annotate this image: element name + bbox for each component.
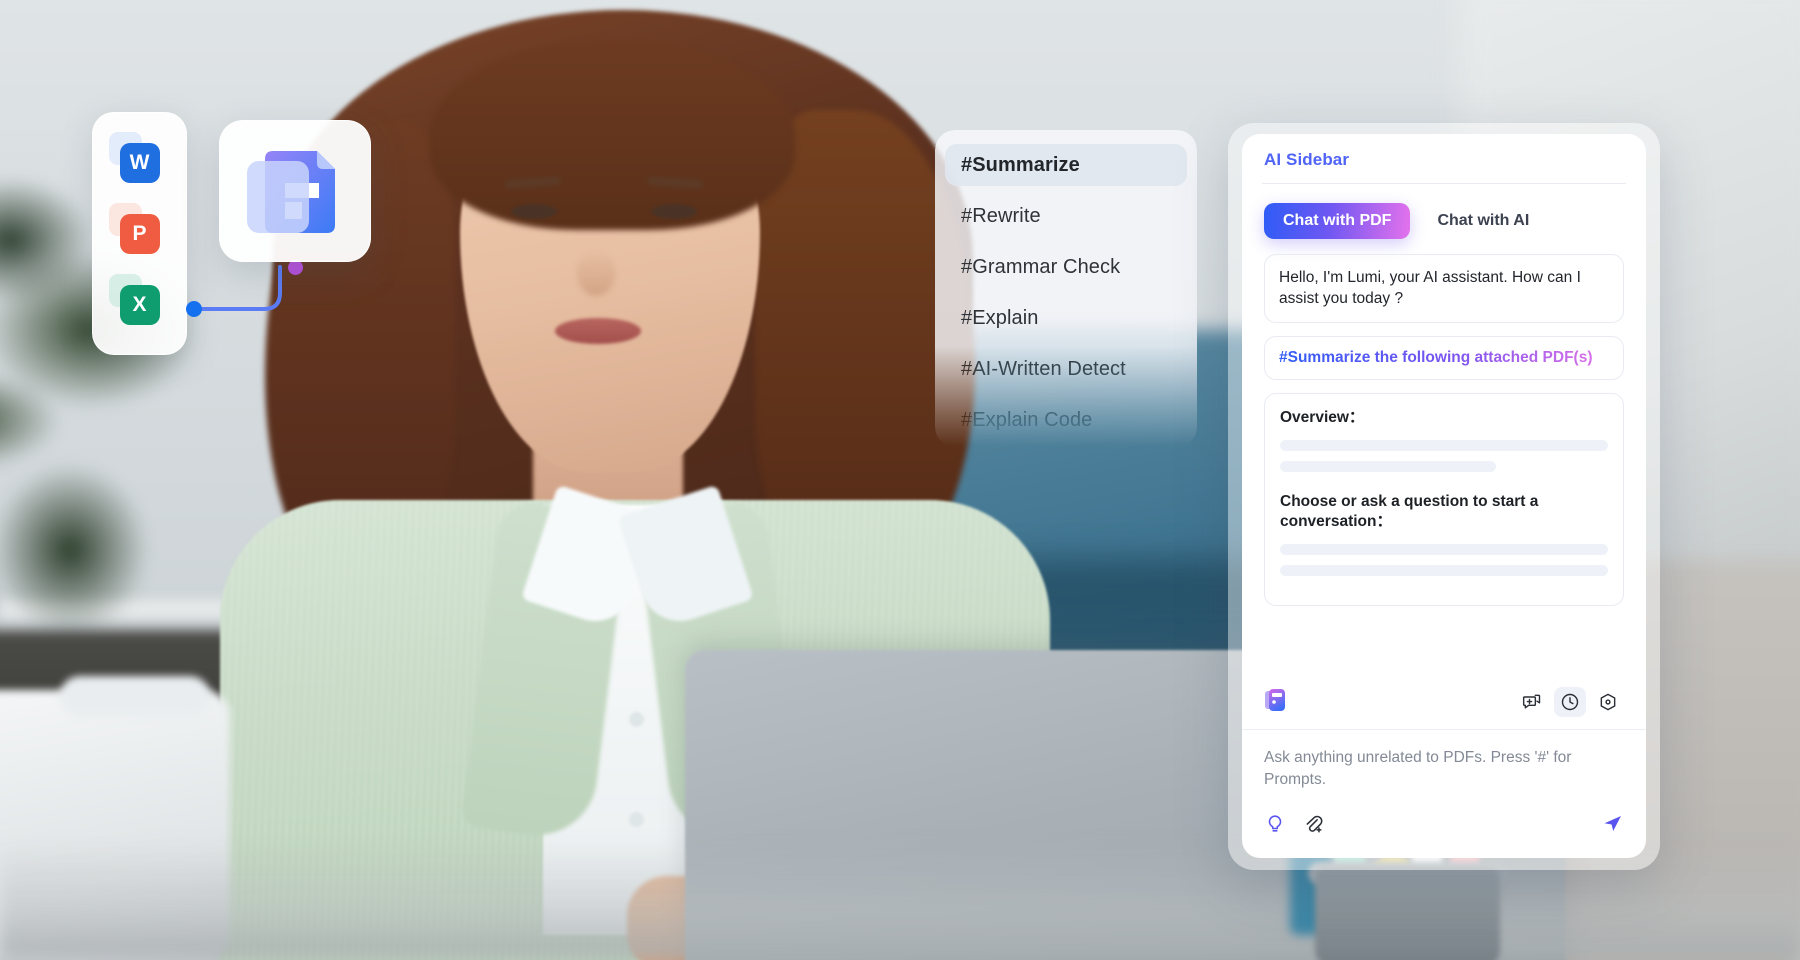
prompts-dropdown[interactable]: #Summarize #Rewrite #Grammar Check #Expl… [935,130,1197,447]
appliance-handle [60,676,210,716]
prompt-item-ai-written-detect[interactable]: #AI-Written Detect [945,348,1187,390]
excel-icon-tile: X [119,284,160,325]
prompt-label: #Summarize [961,153,1080,176]
powerpoint-icon-tile: P [119,213,160,254]
prompt-item-explain-code[interactable]: #Explain Code [945,399,1187,441]
pdf-document-icon[interactable] [1264,688,1286,717]
input-action-row [1242,797,1646,858]
send-arrow-glyph [1604,816,1621,831]
shirt-button [629,812,644,827]
settings-hexagon-glyph [1600,693,1616,711]
attachment-add-icon[interactable] [1302,812,1324,839]
pencil-cup [1315,868,1500,960]
settings-hexagon-icon[interactable] [1592,687,1624,717]
pdf-app-icon [247,143,343,239]
prompt-label: #AI-Written Detect [961,357,1126,380]
question-heading: Choose or ask a question to start a conv… [1280,492,1539,531]
sidebar-toolbar [1242,673,1646,729]
hair-fringe [430,40,795,230]
history-clock-icon[interactable] [1554,687,1586,717]
assistant-answer-card: Overview： Choose or ask a question to st… [1264,392,1624,606]
prompt-item-rewrite[interactable]: #Rewrite [945,195,1187,237]
overview-heading: Overview： [1280,408,1365,426]
sidebar-tabs: Chat with PDF Chat with AI [1242,184,1646,254]
skeleton-line [1280,565,1608,577]
excel-icon[interactable]: X [108,273,162,327]
prompt-item-explain[interactable]: #Explain [945,297,1187,339]
prompt-label: #Grammar Check [961,255,1121,278]
prompt-label: #Rewrite [961,204,1041,227]
sidebar-tool-actions [1516,687,1624,717]
screenshot-scene: W P X #Summarize #Rewrite #Grammar Check… [0,0,1800,960]
connector-path [180,255,320,325]
powerpoint-icon[interactable]: P [108,202,162,256]
prompt-item-summarize[interactable]: #Summarize [945,144,1187,186]
shirt-button [629,712,644,727]
prompt-chip-label: #Summarize the following attached PDF(s) [1279,348,1593,366]
ai-sidebar-panel: AI Sidebar Chat with PDF Chat with AI He… [1242,134,1646,858]
word-icon-tile: W [119,142,160,183]
lips [555,318,641,344]
tab-chat-with-pdf[interactable]: Chat with PDF [1264,203,1411,239]
sidebar-title: AI Sidebar [1264,150,1350,169]
assistant-greeting-message: Hello, I'm Lumi, your AI assistant. How … [1264,254,1624,323]
prompt-label: #Explain Code [961,408,1093,431]
nose [577,250,615,296]
eye-left [511,204,557,219]
pdf-app-icon-ghost [247,161,309,233]
tab-chat-with-ai[interactable]: Chat with AI [1418,203,1548,239]
pdf-app-card[interactable] [219,120,371,262]
connector-dot-end [288,260,303,275]
word-icon[interactable]: W [108,131,162,185]
lightbulb-glyph [1268,815,1282,832]
prompt-label: #Explain [961,306,1039,329]
sidebar-conversation: Hello, I'm Lumi, your AI assistant. How … [1242,254,1646,673]
paperclip-glyph [1306,815,1323,833]
connector-dot-start [186,301,202,317]
prompt-chip-summarize[interactable]: #Summarize the following attached PDF(s) [1264,335,1624,380]
prompt-item-grammar-check[interactable]: #Grammar Check [945,246,1187,288]
lightbulb-icon[interactable] [1264,812,1286,839]
file-types-card: W P X [92,112,187,355]
pdf-document-badge-glyph [1265,688,1285,711]
new-chat-glyph [1522,694,1541,709]
history-clock-glyph [1561,693,1579,711]
skeleton-line [1280,439,1608,451]
send-arrow-icon[interactable] [1600,811,1624,840]
eye-right [651,204,697,219]
skeleton-line [1280,544,1608,556]
new-chat-icon[interactable] [1516,687,1548,717]
skeleton-line [1280,460,1497,472]
chat-input[interactable]: Ask anything unrelated to PDFs. Press '#… [1242,730,1646,797]
